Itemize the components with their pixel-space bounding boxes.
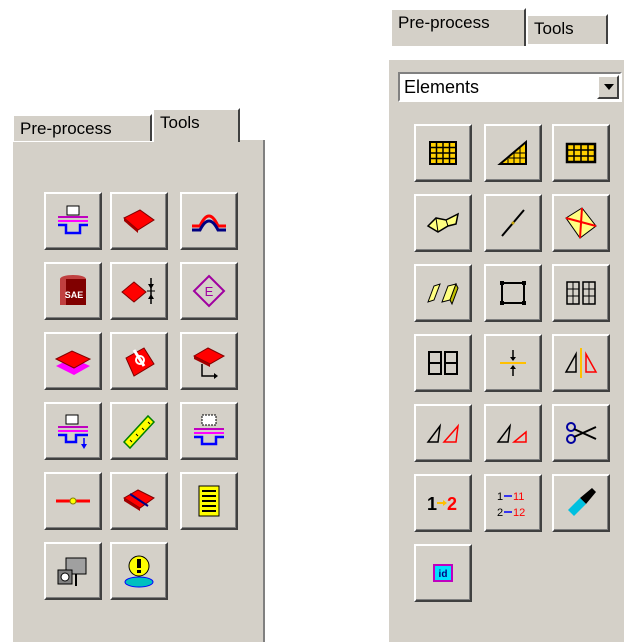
paint-brush-icon bbox=[568, 488, 596, 516]
svg-text:12: 12 bbox=[513, 507, 525, 519]
drawbead-line-button[interactable] bbox=[44, 472, 102, 530]
camera-button[interactable] bbox=[44, 542, 102, 600]
svg-text:2: 2 bbox=[497, 507, 503, 519]
mirror-icon bbox=[564, 348, 598, 378]
die-gap-icon bbox=[194, 414, 224, 446]
svg-text:id: id bbox=[439, 569, 448, 580]
svg-text:SAE: SAE bbox=[65, 290, 84, 300]
die-move-icon bbox=[58, 414, 88, 449]
tab-tools[interactable]: Tools bbox=[152, 108, 240, 142]
triangle-mesh-icon bbox=[497, 139, 527, 165]
die-setup-button[interactable] bbox=[44, 192, 102, 250]
move-node-button[interactable] bbox=[484, 334, 542, 392]
triangle-mesh-button[interactable] bbox=[484, 124, 542, 182]
svg-text:11: 11 bbox=[513, 491, 524, 503]
weld-pin-icon bbox=[125, 347, 155, 377]
tab-divider bbox=[526, 44, 624, 46]
split-mesh-button[interactable] bbox=[552, 264, 610, 322]
sae-material-button[interactable]: SAE bbox=[44, 262, 102, 320]
renumber-icon: 1 2 bbox=[427, 494, 457, 514]
mesh-icon bbox=[429, 141, 457, 165]
red-sheet-button[interactable] bbox=[110, 192, 168, 250]
tab-label: Tools bbox=[534, 19, 574, 38]
svg-text:1: 1 bbox=[427, 494, 437, 514]
layer-stack-icon bbox=[54, 350, 92, 375]
scissors-icon bbox=[566, 422, 597, 444]
ruler-icon bbox=[122, 414, 156, 450]
triangle-pair-icon bbox=[426, 423, 460, 443]
merge-mesh-button[interactable] bbox=[414, 334, 472, 392]
ruler-button[interactable] bbox=[110, 402, 168, 460]
id-icon: id bbox=[433, 564, 453, 582]
e-diamond-icon: E bbox=[192, 274, 226, 308]
line-element-button[interactable] bbox=[484, 194, 542, 252]
red-sheet-icon bbox=[123, 209, 155, 233]
tab-label: Pre-process bbox=[398, 13, 490, 32]
alert-bulb-icon bbox=[124, 555, 154, 588]
bend-profile-icon bbox=[192, 214, 226, 232]
bend-profile-button[interactable] bbox=[180, 192, 238, 250]
triangle-pair-small-icon bbox=[496, 423, 527, 443]
cut-sheet-button[interactable] bbox=[110, 472, 168, 530]
e-diamond-button[interactable]: E bbox=[180, 262, 238, 320]
line-element-icon bbox=[501, 209, 525, 237]
renumber-offset-icon: 1 2 11 12 bbox=[497, 491, 525, 519]
renumber-offset-button[interactable]: 1 2 11 12 bbox=[484, 474, 542, 532]
grid-icon bbox=[565, 142, 597, 164]
camera-icon bbox=[57, 557, 87, 586]
drawbead-line-icon bbox=[56, 497, 90, 505]
alert-bulb-button[interactable] bbox=[110, 542, 168, 600]
sheet-axis-icon bbox=[192, 347, 226, 379]
svg-text:2: 2 bbox=[447, 494, 457, 514]
list-table-icon bbox=[198, 485, 220, 517]
tab-pre-process[interactable]: Pre-process bbox=[12, 114, 152, 141]
move-node-icon bbox=[500, 350, 526, 376]
die-gap-button[interactable] bbox=[180, 402, 238, 460]
id-button[interactable]: id bbox=[414, 544, 472, 602]
thickness-icon bbox=[121, 278, 155, 304]
die-move-button[interactable] bbox=[44, 402, 102, 460]
layer-stack-button[interactable] bbox=[44, 332, 102, 390]
twisted-shape-button[interactable] bbox=[414, 194, 472, 252]
grid-button[interactable] bbox=[552, 124, 610, 182]
cut-sheet-icon bbox=[123, 489, 155, 511]
weld-pin-button[interactable] bbox=[110, 332, 168, 390]
svg-text:E: E bbox=[205, 284, 214, 299]
list-table-button[interactable] bbox=[180, 472, 238, 530]
die-setup-icon bbox=[58, 205, 88, 235]
merge-mesh-icon bbox=[428, 351, 458, 375]
paint-brush-button[interactable] bbox=[552, 474, 610, 532]
sae-material-icon: SAE bbox=[60, 275, 86, 305]
sheet-axis-button[interactable] bbox=[180, 332, 238, 390]
split-mesh-icon bbox=[566, 281, 596, 305]
square-nodes-icon bbox=[500, 281, 526, 305]
triangle-pair-button[interactable] bbox=[414, 404, 472, 462]
dropdown-button[interactable] bbox=[597, 75, 619, 99]
tab-pre-process[interactable]: Pre-process bbox=[390, 8, 526, 46]
mesh-button[interactable] bbox=[414, 124, 472, 182]
svg-text:1: 1 bbox=[497, 491, 503, 503]
tab-label: Tools bbox=[160, 113, 200, 132]
element-type-select[interactable]: Elements bbox=[398, 72, 622, 102]
solid-elements-button[interactable] bbox=[414, 264, 472, 322]
chevron-down-icon bbox=[604, 84, 614, 90]
square-nodes-button[interactable] bbox=[484, 264, 542, 322]
twisted-shape-icon bbox=[426, 212, 460, 233]
triangle-pair-small-button[interactable] bbox=[484, 404, 542, 462]
renumber-button[interactable]: 1 2 bbox=[414, 474, 472, 532]
tab-label: Pre-process bbox=[20, 119, 112, 138]
mirror-button[interactable] bbox=[552, 334, 610, 392]
check-elements-icon bbox=[565, 207, 597, 239]
thickness-button[interactable] bbox=[110, 262, 168, 320]
solid-elements-icon bbox=[427, 282, 459, 306]
tab-tools[interactable]: Tools bbox=[526, 14, 608, 44]
check-elements-button[interactable] bbox=[552, 194, 610, 252]
scissors-button[interactable] bbox=[552, 404, 610, 462]
select-value: Elements bbox=[404, 77, 480, 97]
